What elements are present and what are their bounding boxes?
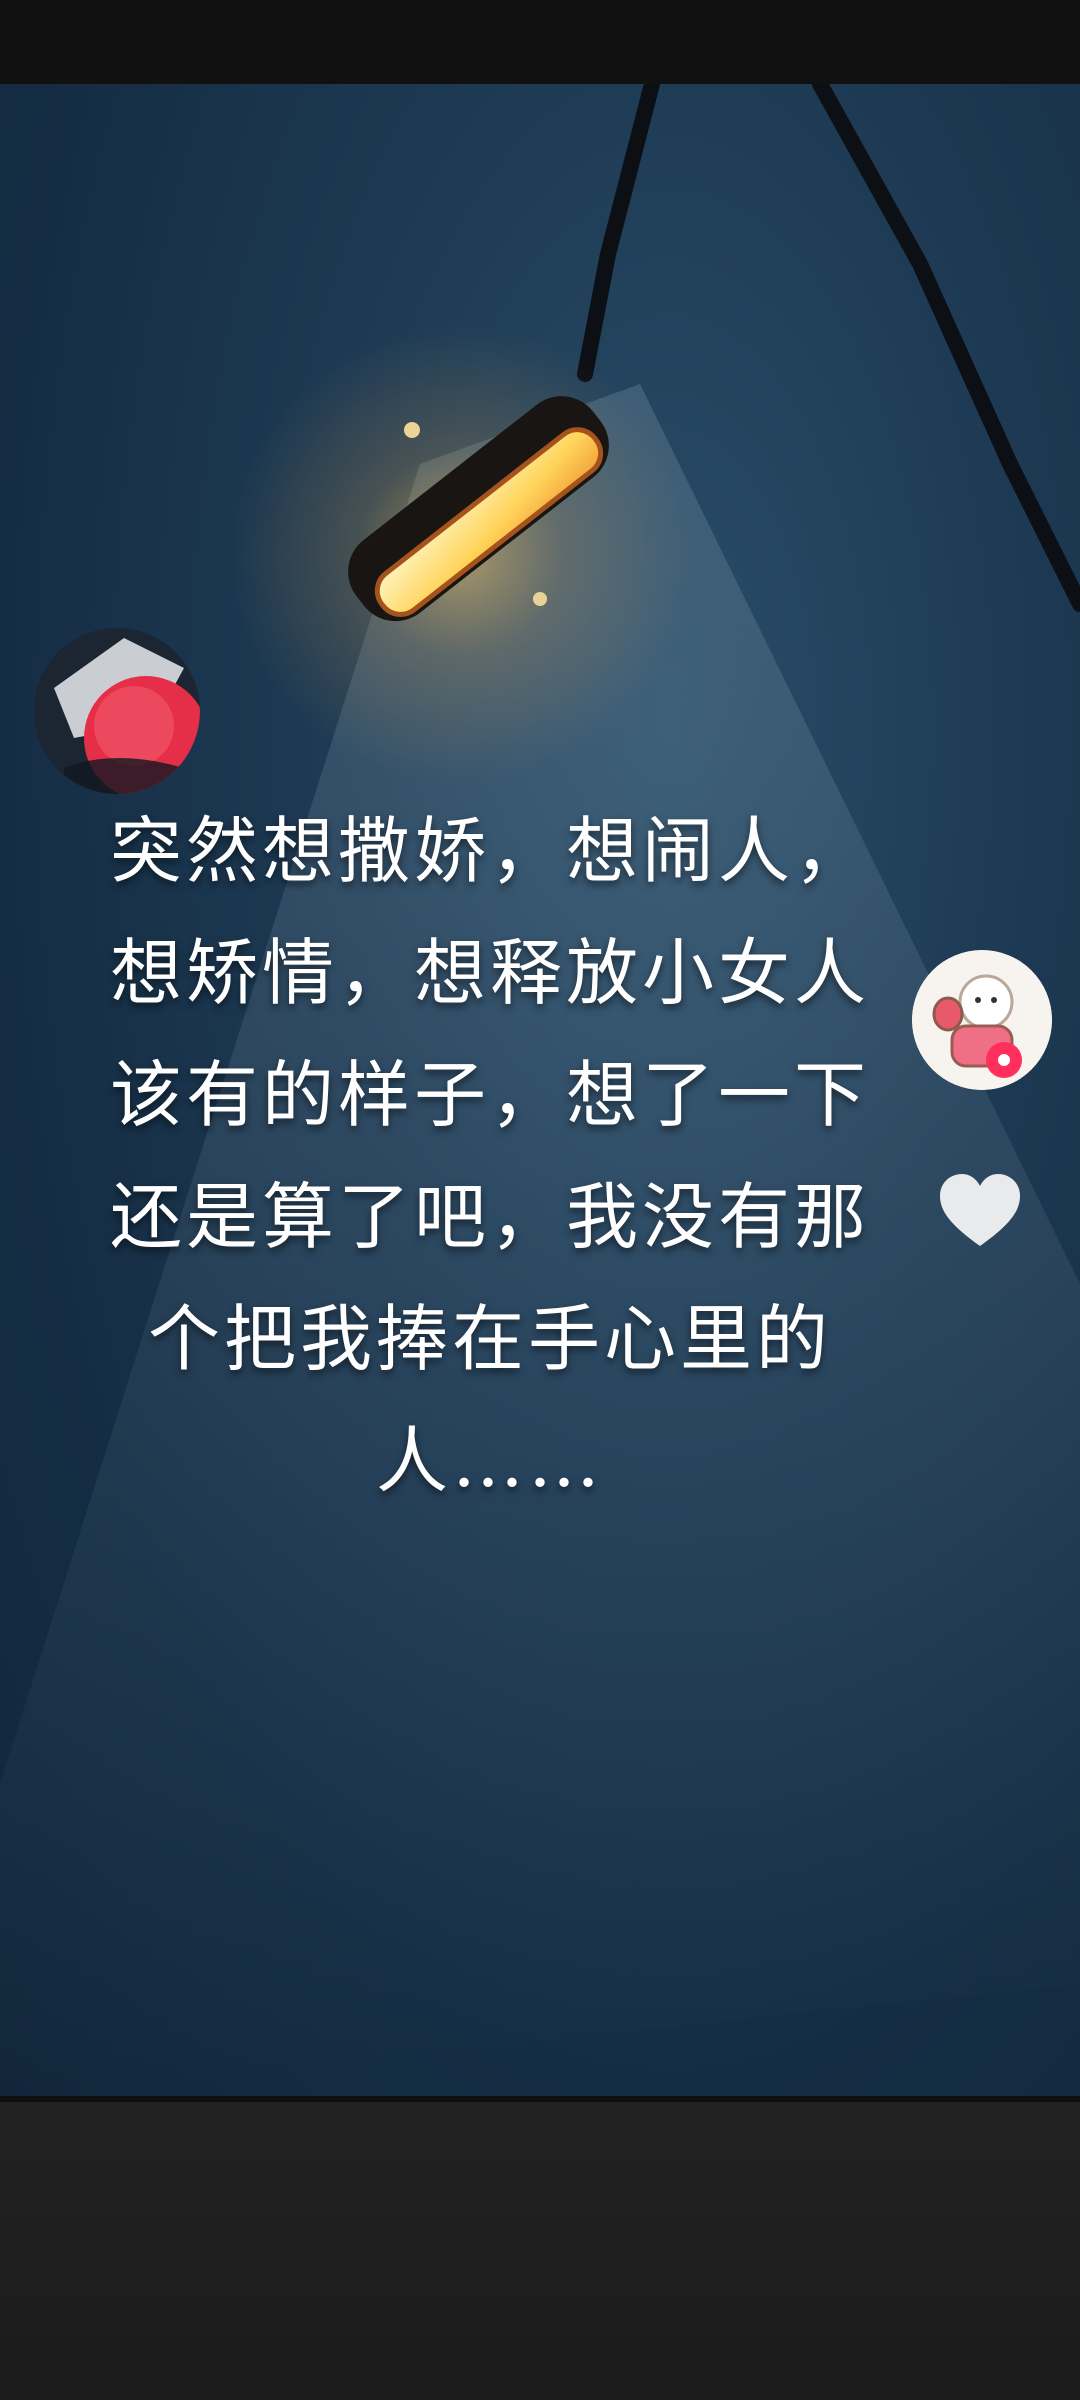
screen: 突然想撒娇，想闹人， 想矫情，想释放小女人 该有的样子，想了一下 还是算了吧，我… [0,0,1080,2400]
cartoon-character-icon [912,950,1052,1090]
red-glass-sticker-icon [34,628,200,794]
bottom-area [0,2096,1080,2400]
caption-line: 还是算了吧，我没有那 [109,1175,870,1259]
top-bar [0,0,1080,84]
heart-icon[interactable] [938,1172,1022,1252]
cartoon-character-sticker[interactable] [912,950,1052,1090]
sparkle [404,422,420,438]
caption-text: 突然想撒娇，想闹人， 想矫情，想释放小女人 该有的样子，想了一下 还是算了吧，我… [40,790,940,1522]
caption-line: 人…… [375,1419,604,1503]
caption-line: 个把我捧在手心里的 [147,1297,832,1381]
overhead-wire [812,84,1080,612]
caption-line: 突然想撒娇，想闹人， [109,809,870,893]
caption-line: 想矫情，想释放小女人 [109,931,870,1015]
caption-line: 该有的样子，想了一下 [109,1053,870,1137]
red-glass-sticker[interactable] [34,628,200,794]
lamp-cable [577,84,660,382]
sparkle [533,592,547,606]
